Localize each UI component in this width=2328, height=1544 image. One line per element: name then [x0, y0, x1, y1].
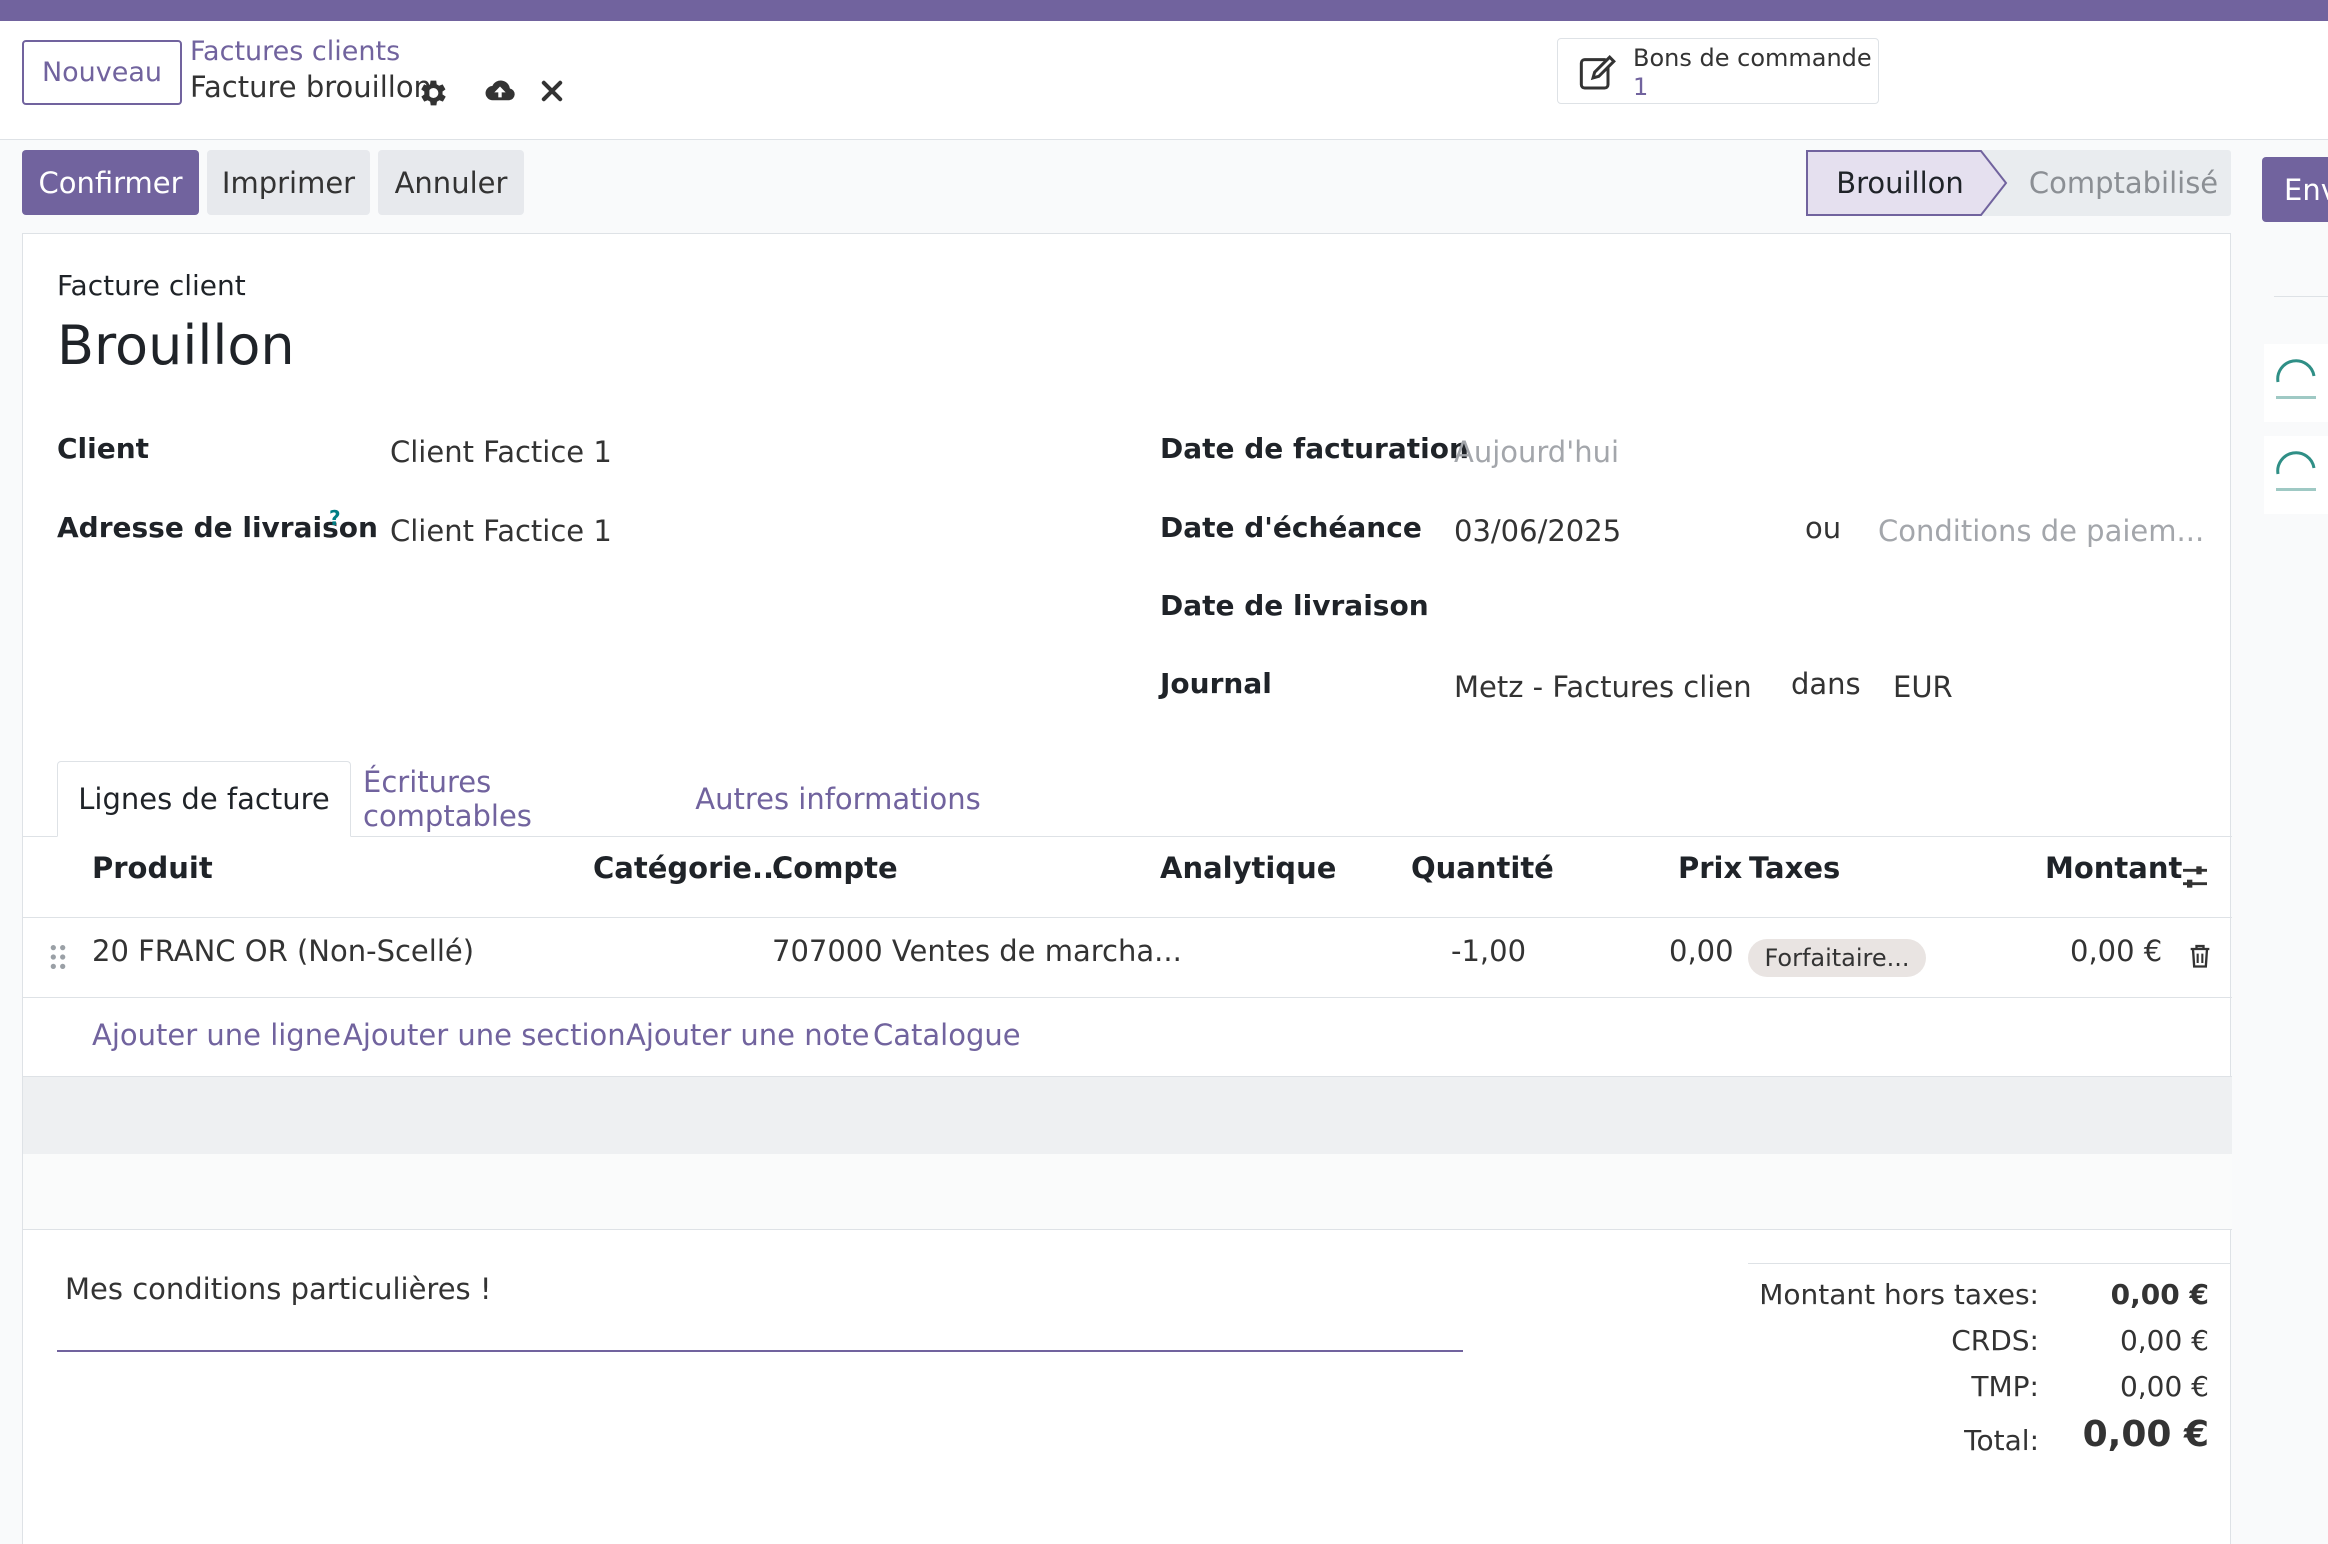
- totals-divider: [1748, 1263, 2231, 1264]
- cell-price[interactable]: 0,00: [1669, 934, 1734, 968]
- add-section-link[interactable]: Ajouter une section: [343, 1018, 626, 1052]
- tax-badge[interactable]: Forfaitaire...: [1748, 939, 1926, 977]
- smart-button-count: 1: [1633, 73, 1649, 101]
- close-icon[interactable]: [538, 77, 566, 105]
- due-date-field[interactable]: 03/06/2025: [1454, 514, 1621, 548]
- crds-value: 0,00 €: [2119, 1324, 2209, 1357]
- catalog-link[interactable]: Catalogue: [873, 1018, 1021, 1052]
- cell-product[interactable]: 20 FRANC OR (Non-Scellé): [92, 934, 474, 968]
- gear-icon[interactable]: [415, 76, 449, 110]
- add-line-link[interactable]: Ajouter une ligne: [92, 1018, 341, 1052]
- delivery-address-field[interactable]: Client Factice 1: [390, 514, 612, 548]
- form-sheet: Facture client Brouillon Client Client F…: [22, 233, 2232, 1544]
- top-navbar: [0, 0, 2328, 21]
- tab-journal-items[interactable]: Écritures comptables: [363, 761, 653, 837]
- or-text: ou: [1805, 511, 1842, 545]
- breadcrumb-parent[interactable]: Factures clients: [190, 36, 400, 67]
- document-type-label: Facture client: [57, 269, 246, 302]
- avatar-icon: [2276, 359, 2316, 399]
- table-empty-row: [23, 1154, 2232, 1230]
- terms-input-underline: [57, 1350, 1463, 1352]
- due-date-label: Date d'échéance: [1160, 511, 1422, 544]
- add-note-link[interactable]: Ajouter une note: [626, 1018, 870, 1052]
- row-divider: [23, 997, 2232, 998]
- column-header-product[interactable]: Produit: [92, 851, 213, 885]
- delivery-date-label: Date de livraison: [1160, 589, 1429, 622]
- invoice-date-field[interactable]: Aujourd'hui: [1454, 435, 1619, 469]
- tabs-divider: [23, 836, 2232, 837]
- column-header-analytic[interactable]: Analytique: [1160, 851, 1336, 885]
- column-header-price[interactable]: Prix: [1678, 851, 1742, 885]
- invoice-date-label: Date de facturation: [1160, 432, 1469, 465]
- help-tooltip[interactable]: ?: [329, 506, 341, 530]
- client-label: Client: [57, 432, 150, 465]
- status-bar: Confirmer Imprimer Annuler Brouillon Com…: [0, 140, 2328, 232]
- cell-quantity[interactable]: -1,00: [1451, 934, 1526, 968]
- column-header-category[interactable]: Catégorie...: [593, 851, 785, 885]
- tab-other-info[interactable]: Autres informations: [688, 761, 988, 837]
- journal-field[interactable]: Metz - Factures clien: [1454, 670, 1752, 704]
- tmp-value: 0,00 €: [2119, 1370, 2209, 1403]
- stage-draft[interactable]: Brouillon: [1806, 150, 1994, 216]
- terms-conditions-input[interactable]: Mes conditions particulières !: [65, 1272, 492, 1306]
- cancel-button[interactable]: Annuler: [378, 150, 524, 215]
- page-title: Brouillon: [57, 314, 295, 377]
- control-panel: Nouveau Factures clients Facture brouill…: [0, 21, 2328, 140]
- chatter-avatar[interactable]: [2264, 344, 2328, 422]
- payment-terms-field[interactable]: Conditions de paiem...: [1878, 514, 2204, 548]
- chatter-divider: [2274, 296, 2328, 297]
- client-field[interactable]: Client Factice 1: [390, 435, 612, 469]
- column-header-taxes[interactable]: Taxes: [1749, 851, 1840, 885]
- confirm-button[interactable]: Confirmer: [22, 150, 199, 215]
- stage-posted[interactable]: Comptabilisé: [2016, 150, 2231, 216]
- total-label: Total:: [1964, 1424, 2039, 1457]
- untaxed-amount-value: 0,00 €: [2110, 1278, 2209, 1311]
- edit-icon: [1579, 55, 1616, 90]
- avatar-icon: [2276, 451, 2316, 491]
- table-empty-row: [23, 1077, 2232, 1154]
- column-settings-icon[interactable]: [2179, 861, 2211, 893]
- in-text: dans: [1791, 667, 1861, 701]
- trash-icon[interactable]: [2186, 941, 2214, 971]
- purchase-orders-smart-button[interactable]: Bons de commande 1: [1557, 38, 1879, 104]
- breadcrumb-current: Facture brouillon: [190, 70, 432, 104]
- untaxed-amount-label: Montant hors taxes:: [1759, 1278, 2039, 1311]
- print-button[interactable]: Imprimer: [207, 150, 370, 215]
- crds-label: CRDS:: [1951, 1324, 2039, 1357]
- chatter-avatar[interactable]: [2264, 436, 2328, 514]
- tab-invoice-lines[interactable]: Lignes de facture: [57, 761, 351, 837]
- column-header-quantity[interactable]: Quantité: [1411, 851, 1554, 885]
- cloud-upload-icon[interactable]: [483, 74, 517, 108]
- smart-button-label: Bons de commande: [1633, 44, 1872, 72]
- tmp-label: TMP:: [1971, 1370, 2039, 1403]
- journal-label: Journal: [1160, 667, 1272, 700]
- drag-handle-icon[interactable]: [48, 942, 68, 972]
- column-header-amount[interactable]: Montant: [2045, 851, 2182, 885]
- send-button[interactable]: Env: [2262, 157, 2328, 222]
- cell-amount: 0,00 €: [2070, 934, 2163, 968]
- table-header-divider: [23, 917, 2232, 918]
- currency-field[interactable]: EUR: [1893, 670, 1953, 704]
- total-value: 0,00 €: [2082, 1414, 2209, 1455]
- new-button[interactable]: Nouveau: [22, 40, 182, 105]
- stage-selector: Brouillon Comptabilisé: [1806, 150, 2231, 216]
- column-header-account[interactable]: Compte: [772, 851, 898, 885]
- cell-account[interactable]: 707000 Ventes de marcha...: [772, 934, 1182, 968]
